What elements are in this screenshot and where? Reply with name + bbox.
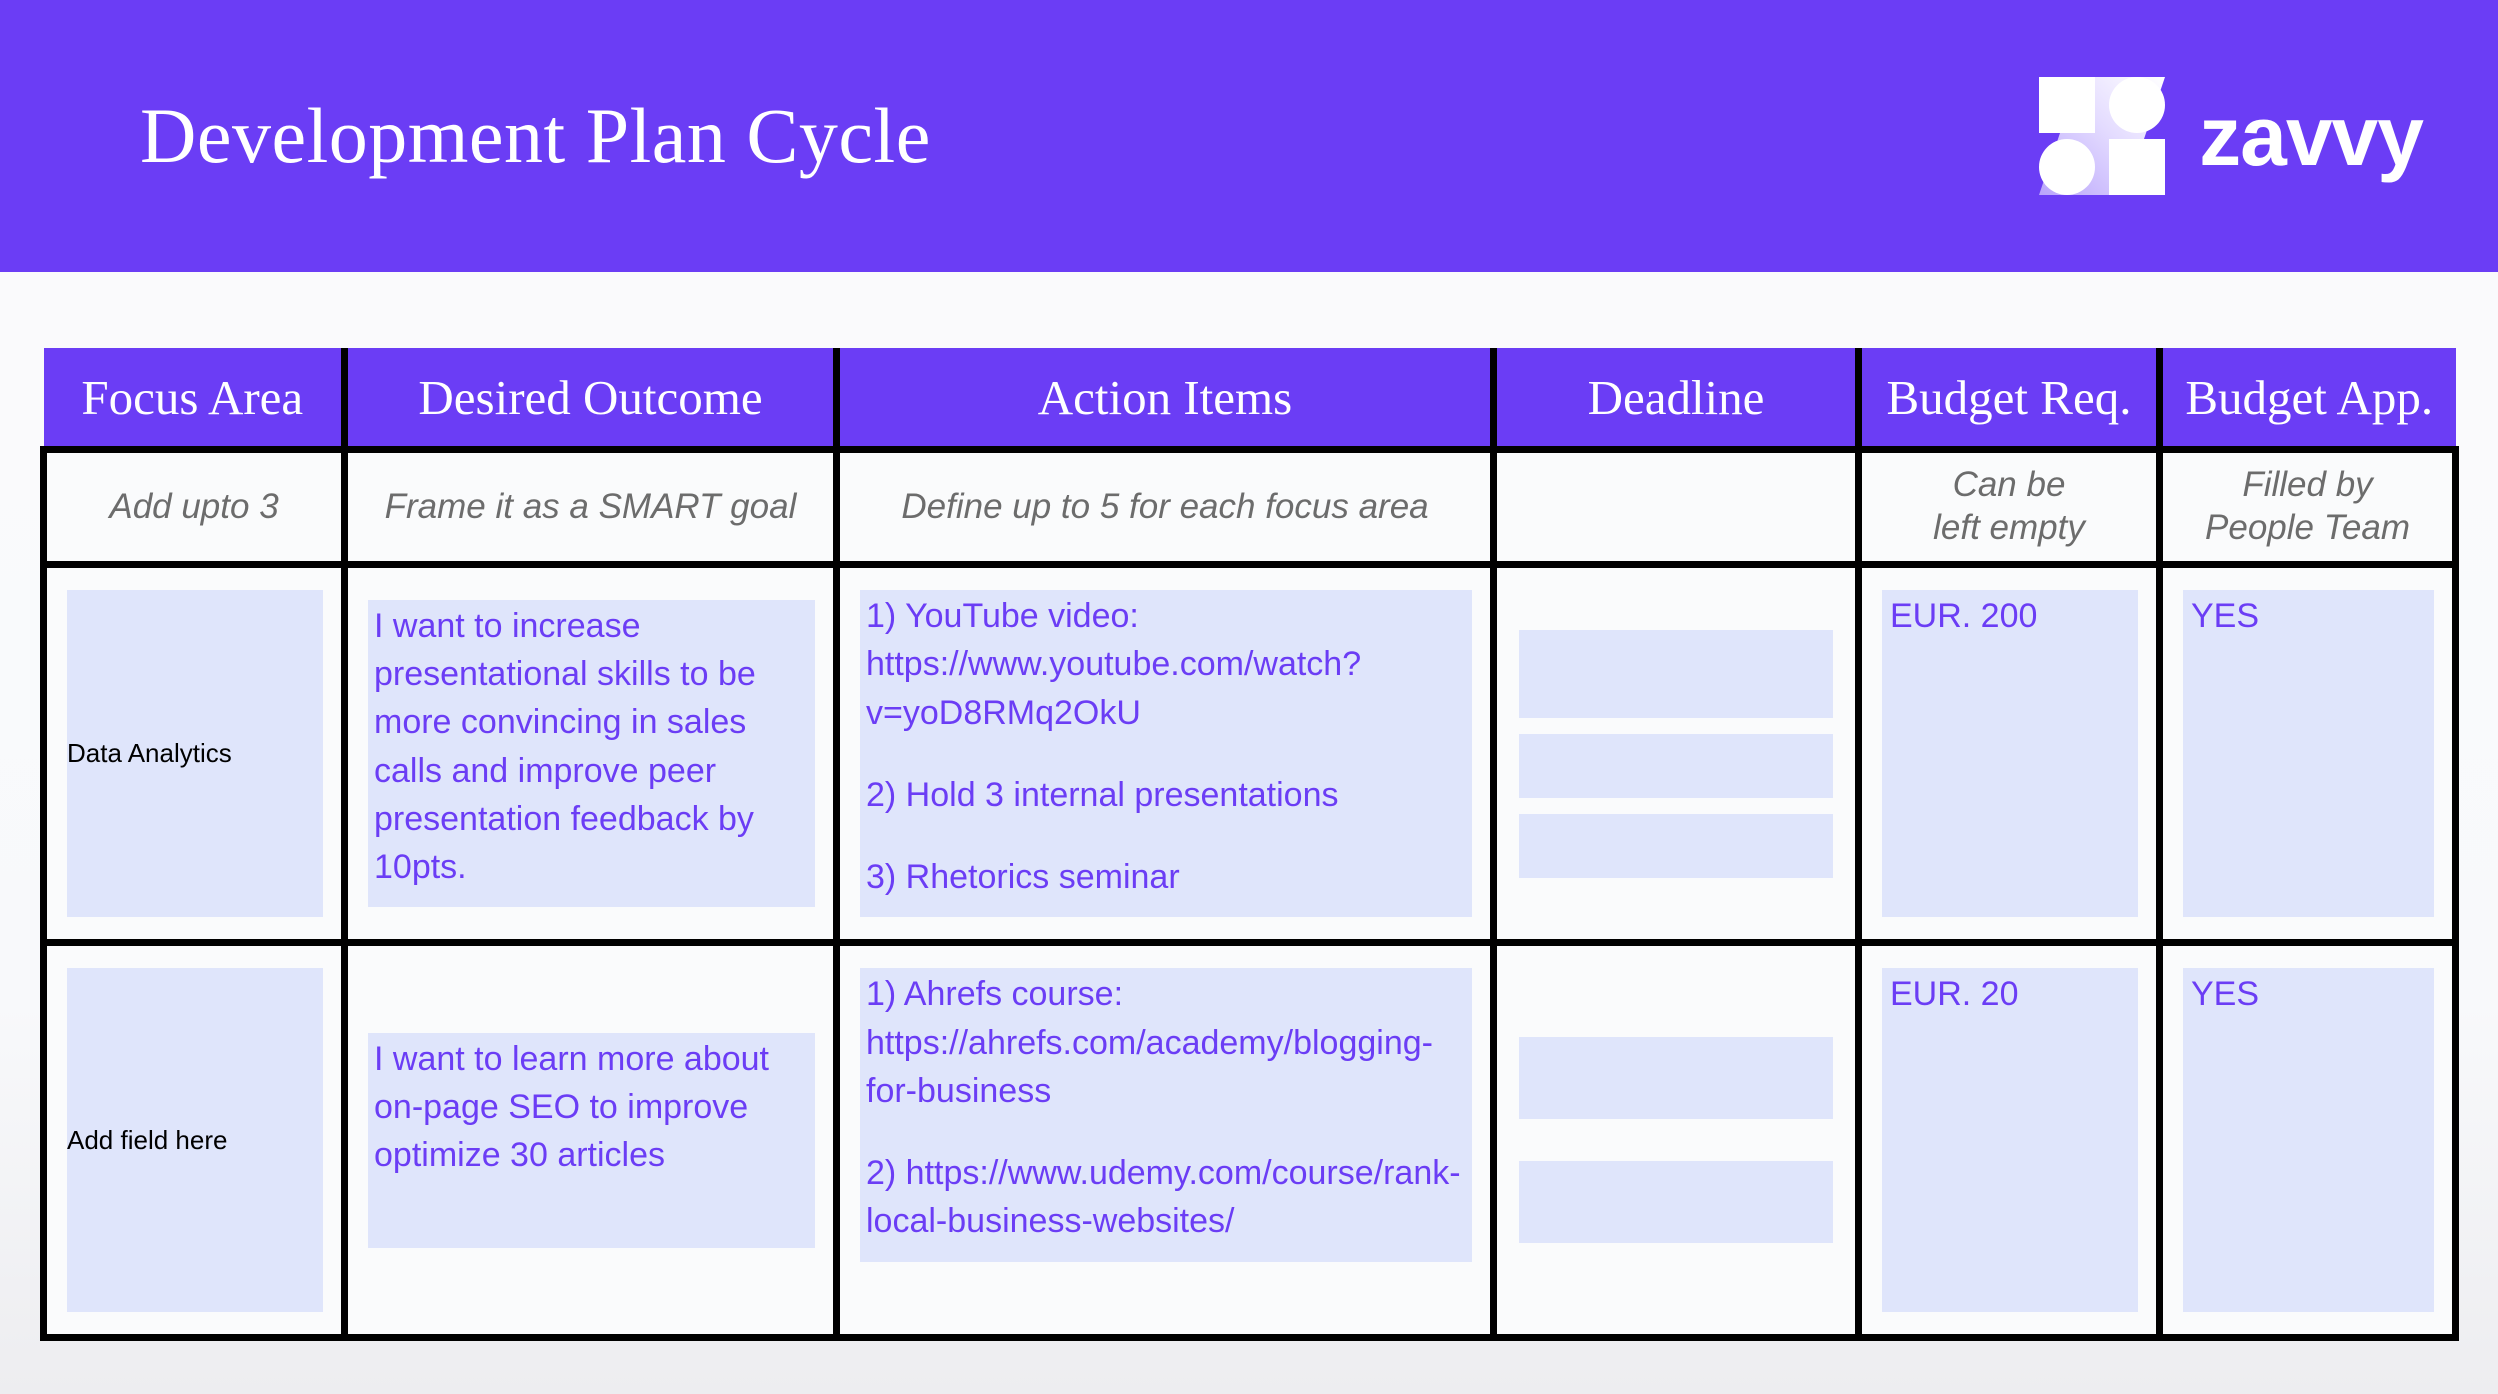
deadline-slot[interactable] xyxy=(1519,629,1833,718)
deadline-slot[interactable] xyxy=(1519,733,1833,798)
page-root: Development Plan Cycle zavvy Focus Area … xyxy=(0,0,2498,1394)
cell-desired-outcome[interactable]: I want to learn more about on-page SEO t… xyxy=(341,942,840,1342)
cell-deadline[interactable] xyxy=(1490,564,1862,947)
focus-area-value[interactable]: Data Analytics xyxy=(67,590,323,918)
cell-deadline[interactable] xyxy=(1490,942,1862,1342)
column-header-desired-outcome: Desired Outcome xyxy=(341,348,840,450)
cell-action-items[interactable]: 1) YouTube video: https://www.youtube.co… xyxy=(833,564,1497,947)
hint-budget-req: Can be left empty xyxy=(1855,446,2163,568)
budget-approved-value[interactable]: YES xyxy=(2183,968,2434,1313)
cell-desired-outcome[interactable]: I want to increase presentational skills… xyxy=(341,564,840,947)
page-title: Development Plan Cycle xyxy=(140,92,931,179)
zavvy-z-logo-icon xyxy=(2039,77,2166,195)
budget-requested-value[interactable]: EUR. 20 xyxy=(1882,968,2138,1313)
deadline-slot[interactable] xyxy=(1519,1037,1833,1120)
table-row: Data Analytics I want to increase presen… xyxy=(40,564,2459,947)
column-header-action-items: Action Items xyxy=(833,348,1497,450)
table-row: Add field here I want to learn more abou… xyxy=(40,942,2459,1342)
column-header-deadline: Deadline xyxy=(1490,348,1862,450)
desired-outcome-value[interactable]: I want to increase presentational skills… xyxy=(368,599,815,908)
brand-wordmark: zavvy xyxy=(2199,89,2424,183)
cell-budget-req[interactable]: EUR. 200 xyxy=(1855,564,2163,947)
hint-focus-area: Add upto 3 xyxy=(40,446,348,568)
action-item: 1) YouTube video: https://www.youtube.co… xyxy=(866,597,1362,732)
action-item: 3) Rhetorics seminar xyxy=(866,858,1180,897)
focus-area-value[interactable]: Add field here xyxy=(67,968,323,1313)
cell-budget-app[interactable]: YES xyxy=(2156,564,2459,947)
action-item: 1) Ahrefs course: https://ahrefs.com/aca… xyxy=(866,975,1433,1110)
action-item: 2) Hold 3 internal presentations xyxy=(866,775,1339,814)
deadline-slot-stack xyxy=(1497,568,1855,939)
development-plan-table-wrap: Focus Area Desired Outcome Action Items … xyxy=(40,348,2459,1342)
table-hint-row: Add upto 3 Frame it as a SMART goal Defi… xyxy=(40,446,2459,568)
budget-approved-value[interactable]: YES xyxy=(2183,590,2434,918)
cell-action-items[interactable]: 1) Ahrefs course: https://ahrefs.com/aca… xyxy=(833,942,1497,1342)
cell-focus-area[interactable]: Data Analytics xyxy=(40,564,348,947)
cell-budget-app[interactable]: YES xyxy=(2156,942,2459,1342)
page-header-banner: Development Plan Cycle zavvy xyxy=(0,0,2498,272)
deadline-slot-stack xyxy=(1497,946,1855,1334)
budget-requested-value[interactable]: EUR. 200 xyxy=(1882,590,2138,918)
column-header-budget-app: Budget App. xyxy=(2156,348,2456,450)
deadline-slot[interactable] xyxy=(1519,1161,1833,1244)
hint-desired-outcome: Frame it as a SMART goal xyxy=(341,446,840,568)
column-header-budget-req: Budget Req. xyxy=(1855,348,2163,450)
action-items-value[interactable]: 1) Ahrefs course: https://ahrefs.com/aca… xyxy=(860,968,1472,1262)
action-item: 2) https://www.udemy.com/course/rank-loc… xyxy=(866,1154,1461,1241)
desired-outcome-value[interactable]: I want to learn more about on-page SEO t… xyxy=(368,1032,815,1248)
action-items-value[interactable]: 1) YouTube video: https://www.youtube.co… xyxy=(860,590,1472,918)
table-header-row: Focus Area Desired Outcome Action Items … xyxy=(43,348,2456,450)
hint-action-items: Define up to 5 for each focus area xyxy=(833,446,1497,568)
brand-lockup: zavvy xyxy=(2039,77,2424,195)
hint-budget-app: Filled by People Team xyxy=(2156,446,2459,568)
column-header-focus-area: Focus Area xyxy=(43,348,348,450)
cell-focus-area[interactable]: Add field here xyxy=(40,942,348,1342)
cell-budget-req[interactable]: EUR. 20 xyxy=(1855,942,2163,1342)
hint-deadline xyxy=(1490,446,1862,568)
deadline-slot[interactable] xyxy=(1519,813,1833,878)
development-plan-table: Focus Area Desired Outcome Action Items … xyxy=(40,348,2459,1342)
